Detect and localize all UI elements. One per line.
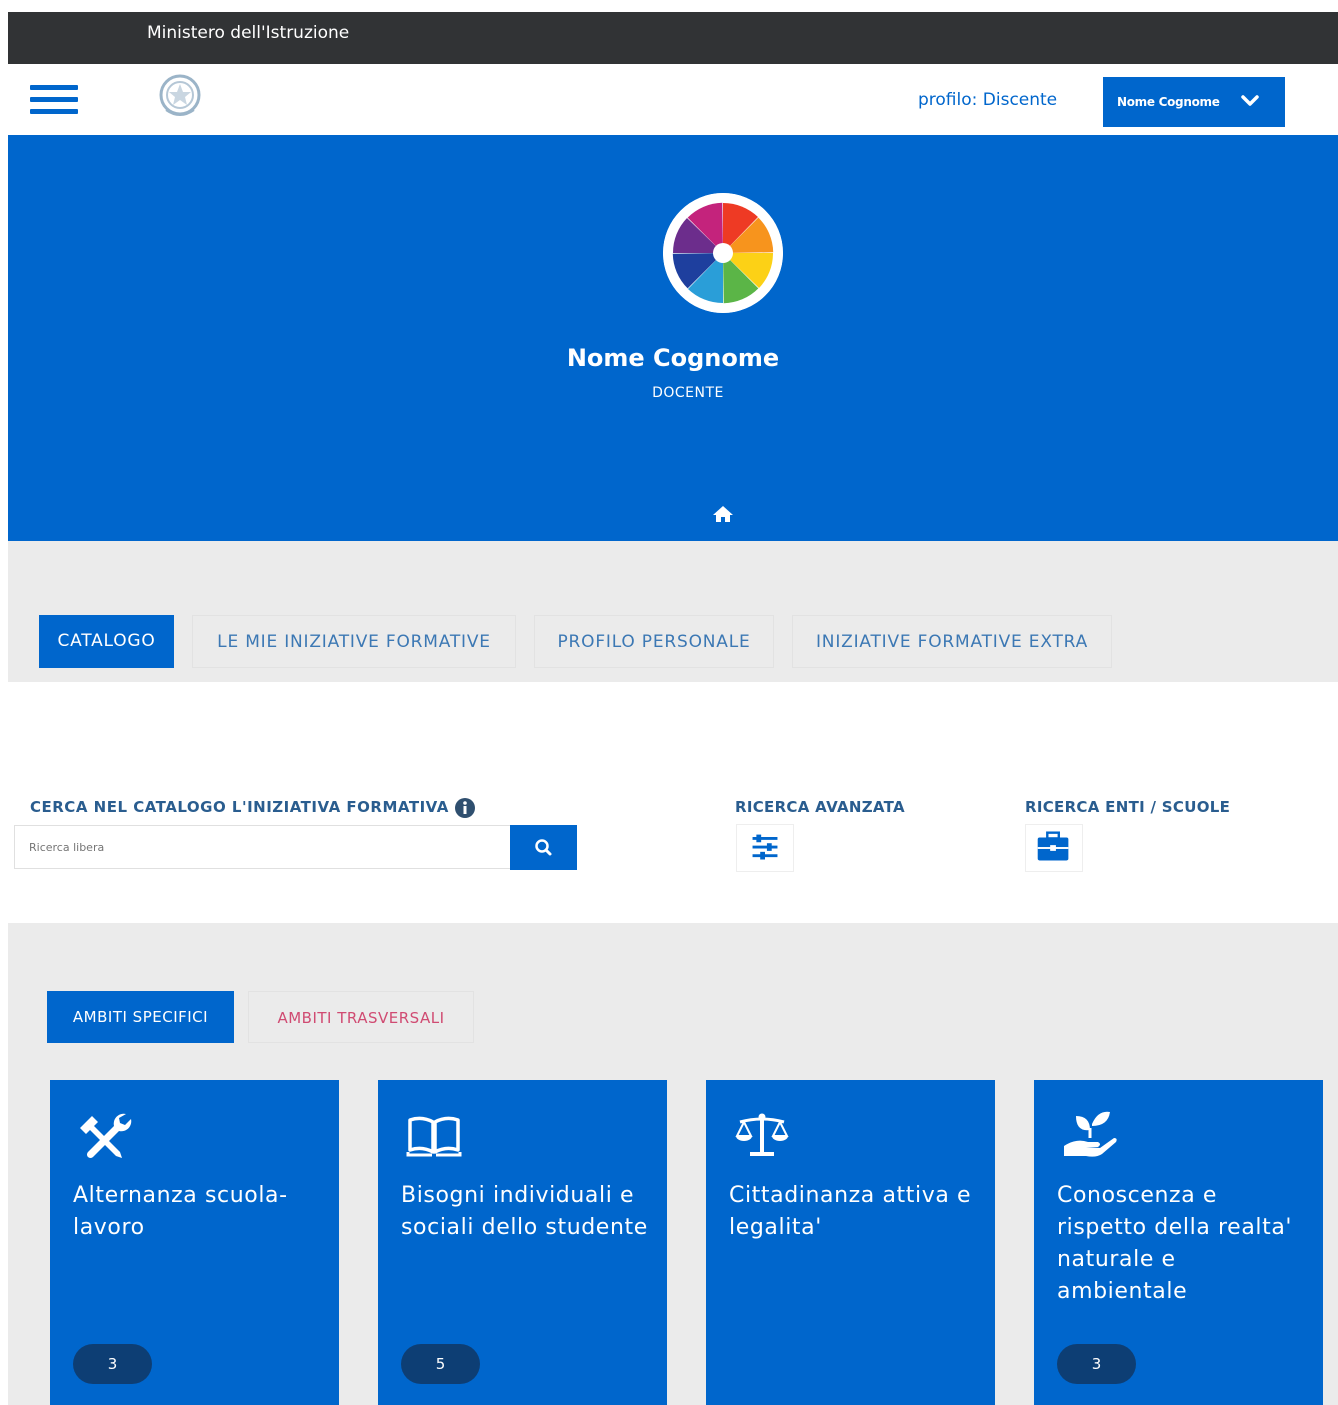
search-button[interactable]: [510, 825, 577, 870]
enti-search-label: RICERCA ENTI / SCUOLE: [1025, 798, 1231, 816]
tab-iniziative-extra[interactable]: INIZIATIVE FORMATIVE EXTRA: [792, 615, 1112, 668]
count-badge: 5: [401, 1344, 480, 1384]
ministry-bar: Ministero dell'Istruzione: [8, 12, 1338, 64]
category-label: Bisogni individuali e sociali dello stud…: [401, 1183, 648, 1240]
home-icon[interactable]: [712, 505, 734, 523]
sliders-icon: [752, 834, 778, 860]
menu-hamburger-icon[interactable]: [30, 85, 78, 115]
advanced-search-label: RICERCA AVANZATA: [735, 798, 905, 816]
category-card-bisogni[interactable]: Bisogni individuali e sociali dello stud…: [378, 1080, 667, 1405]
category-label: Alternanza scuola-lavoro: [73, 1183, 288, 1240]
user-menu-label: Nome Cognome: [1117, 95, 1220, 109]
profile-role: DOCENTE: [652, 385, 724, 401]
profile-hero: Nome Cognome DOCENTE: [8, 135, 1338, 541]
tab-catalogo[interactable]: CATALOGO: [39, 615, 174, 668]
search-input[interactable]: [14, 825, 510, 869]
chevron-down-icon: [1241, 95, 1259, 106]
category-label: Cittadinanza attiva e legalita': [729, 1183, 972, 1240]
category-card-alternanza[interactable]: Alternanza scuola-lavoro 3: [50, 1080, 339, 1405]
category-card-conoscenza[interactable]: Conoscenza e rispetto della realta' natu…: [1034, 1080, 1323, 1405]
tab-ambiti-specifici[interactable]: AMBITI SPECIFICI: [47, 991, 234, 1043]
search-label: CERCA NEL CATALOGO L'INIZIATIVA FORMATIV…: [30, 798, 449, 816]
ministry-title[interactable]: Ministero dell'Istruzione: [147, 12, 349, 54]
tab-le-mie-iniziative[interactable]: LE MIE INIZIATIVE FORMATIVE: [192, 615, 516, 668]
user-menu-button[interactable]: Nome Cognome: [1103, 77, 1285, 127]
plant-hand-icon: [1064, 1111, 1117, 1157]
advanced-search-button[interactable]: [736, 824, 794, 872]
search-icon: [535, 839, 552, 856]
enti-search-button[interactable]: [1025, 824, 1083, 872]
tools-icon: [80, 1113, 132, 1159]
main-tabs: CATALOGO LE MIE INIZIATIVE FORMATIVE PRO…: [8, 541, 1338, 682]
info-icon[interactable]: [454, 797, 476, 819]
category-card-cittadinanza[interactable]: Cittadinanza attiva e legalita': [706, 1080, 995, 1405]
tab-ambiti-trasversali[interactable]: AMBITI TRASVERSALI: [248, 991, 474, 1043]
book-icon: [406, 1116, 462, 1157]
count-badge: 3: [73, 1344, 152, 1384]
profile-name: Nome Cognome: [566, 344, 780, 372]
briefcase-icon: [1037, 831, 1069, 861]
tab-profilo-personale[interactable]: PROFILO PERSONALE: [534, 615, 774, 668]
category-label: Conoscenza e rispetto della realta' natu…: [1057, 1183, 1293, 1304]
ambiti-section: AMBITI SPECIFICI AMBITI TRASVERSALI Alte…: [8, 923, 1338, 1405]
profile-role-link[interactable]: profilo: Discente: [918, 90, 1057, 110]
republic-emblem-icon[interactable]: [156, 70, 204, 122]
scales-icon: [735, 1113, 789, 1156]
count-badge: 3: [1057, 1344, 1136, 1384]
header: profilo: Discente Nome Cognome: [8, 64, 1338, 135]
rainbow-avatar-icon: [663, 193, 783, 313]
